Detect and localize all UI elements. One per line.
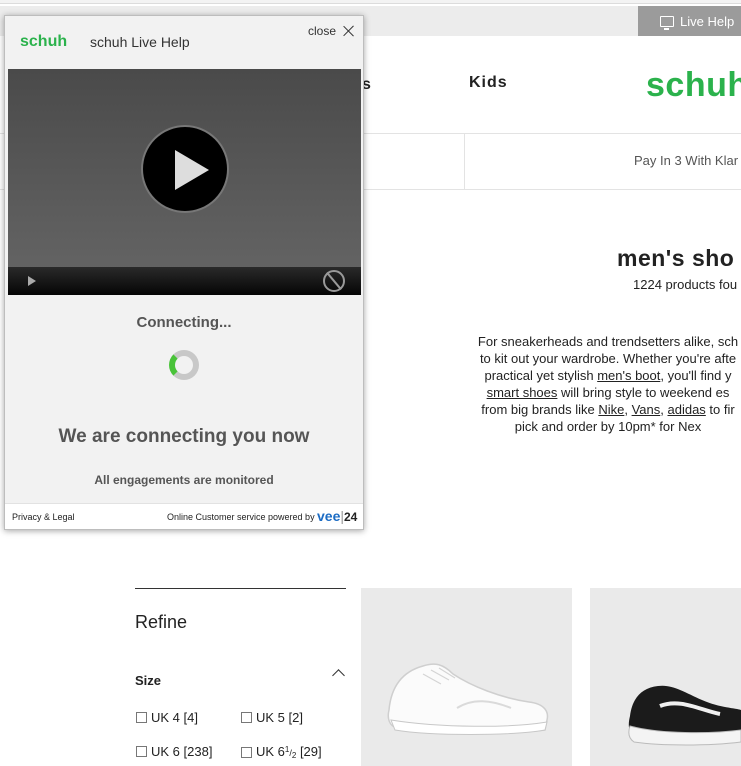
product-card[interactable] (361, 588, 572, 766)
loading-spinner-icon (169, 350, 199, 380)
monitoring-notice: All engagements are monitored (94, 473, 274, 487)
mens-boots-link[interactable]: men's boot (597, 368, 660, 383)
privacy-legal-link[interactable]: Privacy & Legal (12, 512, 75, 522)
promo-divider (464, 134, 465, 190)
size-option-label: UK 61/2 [29] (256, 744, 322, 760)
intro-line: to kit out your wardrobe. Whether you're… (479, 351, 737, 366)
chat-close-button[interactable]: close (308, 24, 355, 38)
top-line (0, 0, 741, 4)
video-player[interactable] (8, 69, 361, 295)
close-icon[interactable] (343, 25, 355, 37)
product-card[interactable] (590, 588, 741, 766)
vans-link[interactable]: Vans (632, 402, 661, 417)
adidas-link[interactable]: adidas (668, 402, 706, 417)
size-option[interactable]: UK 4 [4] (136, 710, 198, 725)
size-option-label: UK 6 [238] (151, 744, 213, 759)
white-sneaker-image (387, 663, 549, 735)
live-help-label: Live Help (680, 13, 735, 29)
intro-line: smart shoes will bring style to weekend … (486, 385, 730, 400)
size-filter-heading[interactable]: Size (135, 673, 161, 688)
chat-footer: Privacy & Legal Online Customer service … (5, 503, 363, 529)
close-label: close (308, 24, 337, 38)
nav-item-kids[interactable]: Kids (469, 74, 508, 92)
connecting-status: Connecting... (136, 314, 232, 331)
mute-icon[interactable] (323, 270, 345, 292)
checkbox[interactable] (136, 712, 147, 723)
size-option[interactable]: UK 61/2 [29] (241, 744, 322, 760)
size-option-label: UK 4 [4] (151, 710, 198, 725)
checkbox[interactable] (241, 712, 252, 723)
black-sneaker-image (628, 685, 741, 746)
schuh-logo[interactable]: schuh (646, 66, 741, 105)
powered-by-text: Online Customer service powered by (167, 512, 315, 522)
intro-line: pick and order by 10pm* for Nex (514, 419, 702, 434)
category-intro: For sneakerheads and trendsetters alike,… (458, 333, 741, 435)
size-option[interactable]: UK 5 [2] (241, 710, 303, 725)
intro-line: from big brands like Nike, Vans, adidas … (481, 402, 735, 417)
chat-header: schuh schuh Live Help close (5, 16, 363, 69)
checkbox[interactable] (136, 746, 147, 757)
monitor-icon (660, 15, 674, 30)
checkbox[interactable] (241, 746, 252, 758)
video-controls (8, 267, 361, 295)
intro-line: For sneakerheads and trendsetters alike,… (477, 334, 739, 349)
connecting-message: We are connecting you now (58, 426, 310, 447)
page-title: men's sho (617, 245, 735, 271)
size-option-label: UK 5 [2] (256, 710, 303, 725)
nike-link[interactable]: Nike (598, 402, 624, 417)
promo-klarna[interactable]: Pay In 3 With Klar (634, 153, 738, 168)
live-help-chat-window: schuh schuh Live Help close Connecting..… (4, 15, 364, 530)
refine-heading: Refine (135, 612, 188, 632)
intro-line: practical yet stylish men's boot, you'll… (484, 368, 732, 383)
refine-divider (135, 588, 346, 589)
play-small-icon[interactable] (28, 276, 36, 286)
smart-shoes-link[interactable]: smart shoes (487, 385, 558, 400)
vee24-logo: vee|24 (317, 508, 358, 524)
chat-schuh-logo: schuh (20, 33, 68, 50)
play-icon[interactable] (141, 125, 229, 213)
chat-title: schuh Live Help (90, 34, 190, 50)
chevron-up-icon[interactable] (332, 669, 345, 682)
product-count: 1224 products fou (633, 277, 738, 292)
size-option[interactable]: UK 6 [238] (136, 744, 212, 759)
live-help-button[interactable]: Live Help (638, 6, 741, 36)
